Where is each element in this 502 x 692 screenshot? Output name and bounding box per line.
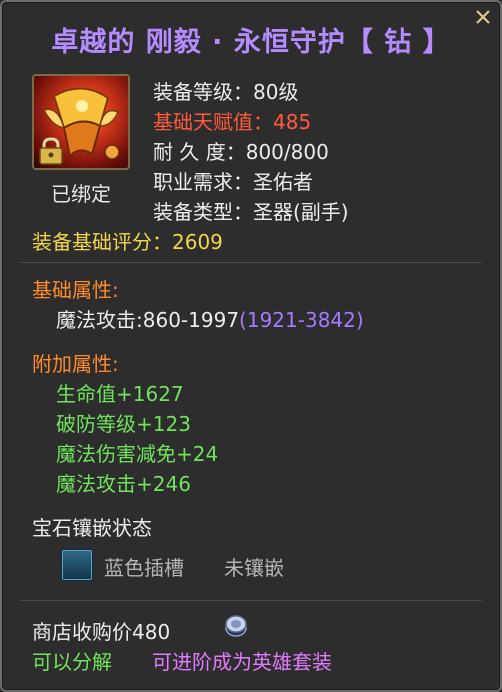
base-talent-value: 485 — [273, 110, 312, 134]
item-tooltip: 卓越的 刚毅 · 永恒守护【 钻 】 已绑定 装备等级：80级 基础天赋值：48… — [0, 0, 502, 692]
equip-level: 装备等级：80级 — [153, 80, 299, 104]
magic-attack-label: 魔法攻击: — [56, 308, 143, 332]
magic-attack-value: 860-1997 — [142, 308, 240, 332]
upgrade-label: 可进阶成为英雄套装 — [152, 650, 332, 674]
bound-status: 已绑定 — [51, 182, 111, 206]
base-magic-attack: 魔法攻击:860-1997(1921-3842) — [56, 304, 364, 333]
coin-icon — [225, 615, 247, 637]
equip-type: 装备类型：圣器(副手) — [153, 200, 349, 224]
shop-price: 商店收购价480 — [32, 620, 171, 644]
extra-attr-item: 魔法攻击+246 — [56, 472, 191, 496]
extra-attr-item: 生命值+1627 — [56, 382, 184, 406]
item-title: 卓越的 刚毅 · 永恒守护【 钻 】 — [51, 27, 451, 58]
lock-icon — [39, 137, 63, 165]
gem-status-header: 宝石镶嵌状态 — [32, 516, 152, 540]
extra-attr-item: 魔法伤害减免+24 — [56, 442, 219, 466]
decompose-label: 可以分解 — [32, 650, 112, 674]
class-requirement: 职业需求：圣佑者 — [153, 170, 313, 194]
blue-gem-slot[interactable] — [60, 548, 94, 582]
durability: 耐 久 度：800/800 — [153, 140, 329, 164]
extra-attr-header: 附加属性: — [32, 352, 119, 376]
gem-slot-label: 蓝色插槽 — [104, 556, 184, 580]
equip-score-label: 装备基础评分： — [32, 230, 172, 254]
divider — [20, 262, 482, 263]
base-attr-header: 基础属性: — [32, 278, 119, 302]
magic-attack-range: (1921-3842) — [239, 308, 364, 332]
item-icon[interactable] — [32, 74, 130, 170]
divider — [20, 600, 482, 601]
base-talent-label: 基础天赋值： — [153, 110, 273, 134]
gem-slot-status: 未镶嵌 — [224, 556, 284, 580]
base-talent: 基础天赋值：485 — [153, 106, 311, 135]
equip-score-value: 2609 — [172, 230, 223, 254]
extra-attr-item: 破防等级+123 — [56, 412, 191, 436]
equip-score: 装备基础评分：2609 — [32, 226, 223, 255]
